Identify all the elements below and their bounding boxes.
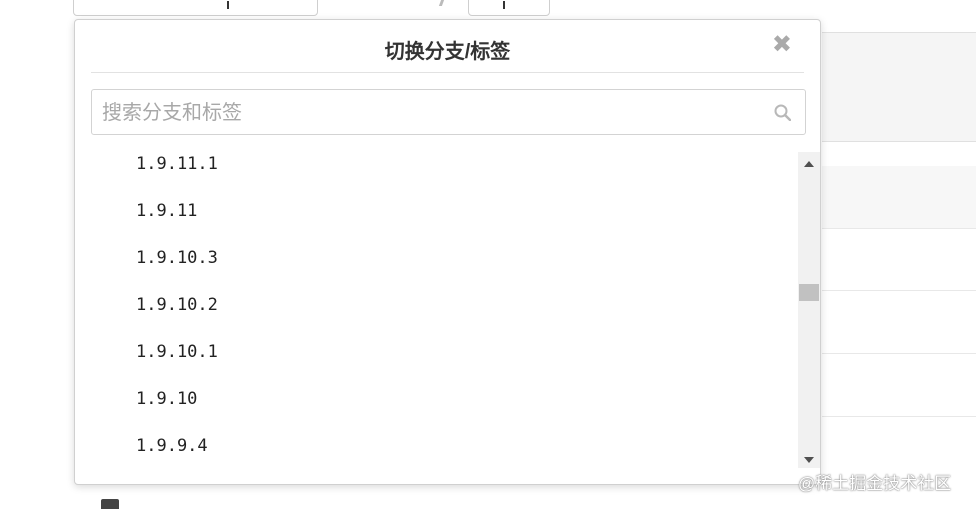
branch-tag-list: 1.9.11.1 1.9.11 1.9.10.3 1.9.10.2 1.9.10… [75,152,797,468]
branch-select-background[interactable] [73,0,318,16]
background-shaded-row [822,166,976,228]
list-item[interactable]: 1.9.10.1 [75,340,797,387]
branch-tag-switcher: 切换分支/标签 ✖ 1.9.11.1 1.9.11 1.9.10.3 1.9.1… [74,19,821,485]
list-item[interactable]: 1.9.10.3 [75,246,797,293]
background-row-divider [822,416,976,417]
list-item[interactable]: 1.9.10 [75,387,797,434]
search-input[interactable] [92,90,772,134]
scrollbar-thumb[interactable] [799,284,819,301]
scroll-up-arrow-icon[interactable] [798,156,820,172]
folder-icon [101,499,119,509]
list-item[interactable]: 1.9.10.2 [75,293,797,340]
select-caret [227,1,229,9]
background-panel [822,32,976,142]
background-button[interactable] [468,0,550,16]
list-scrollbar[interactable] [798,152,820,468]
search-box [91,89,806,135]
dropdown-title: 切换分支/标签 [384,41,511,63]
close-icon[interactable]: ✖ [772,33,792,57]
scroll-down-arrow-icon[interactable] [798,452,820,468]
background-row-divider [822,290,976,291]
background-row-divider [822,353,976,354]
background-row-divider [822,228,976,229]
watermark: @稀土掘金技术社区 [798,474,952,493]
background-separator [438,0,445,6]
list-item[interactable]: 1.9.11 [75,199,797,246]
list-item[interactable]: 1.9.9.4 [75,434,797,468]
dropdown-header: 切换分支/标签 ✖ [91,20,804,73]
list-item[interactable]: 1.9.11.1 [75,152,797,199]
button-caret [503,1,505,9]
search-icon [774,104,791,121]
